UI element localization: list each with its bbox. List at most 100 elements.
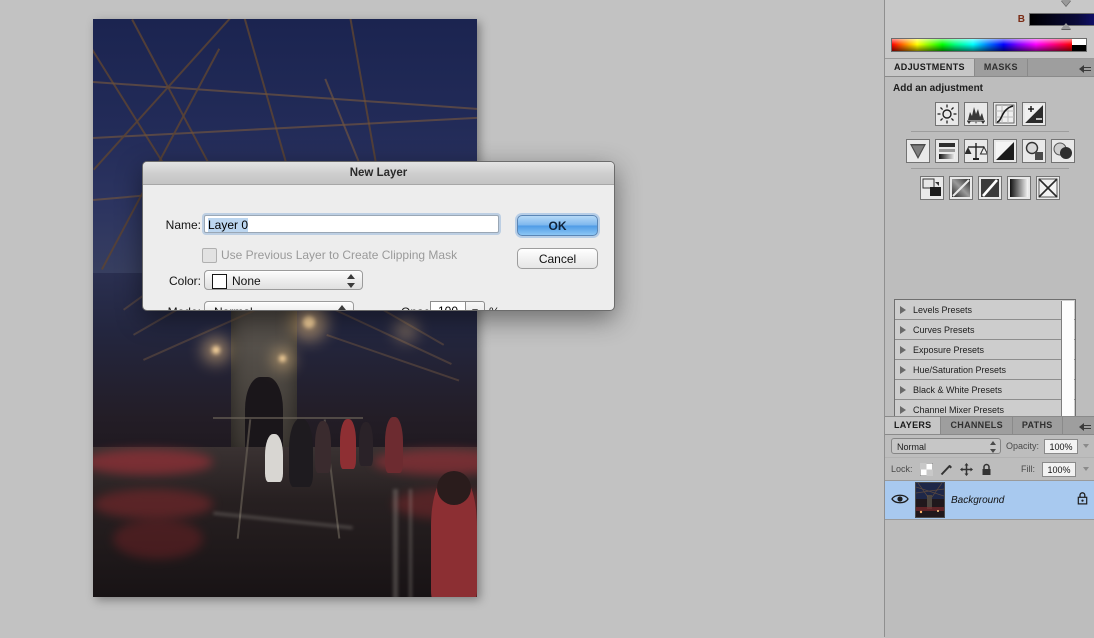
tab-paths[interactable]: PATHS — [1013, 417, 1063, 434]
layer-name: Background — [951, 495, 1070, 506]
disclosure-triangle-icon[interactable] — [900, 346, 906, 354]
curves-icon[interactable] — [993, 102, 1017, 126]
spectrum-swatches[interactable] — [1072, 39, 1086, 51]
layers-tabbar: LAYERS CHANNELS PATHS — [885, 417, 1094, 435]
opacity-dropdown-button[interactable] — [466, 301, 485, 311]
add-adjustment-hint: Add an adjustment — [885, 77, 1094, 94]
pedestrian — [315, 421, 331, 473]
layer-name-input[interactable]: Layer 0 — [204, 215, 499, 233]
opacity-input[interactable]: 100 — [430, 301, 466, 311]
preset-label: Exposure Presets — [913, 345, 984, 355]
panel-menu-icon[interactable] — [1079, 62, 1092, 73]
blend-opacity-row: Normal Opacity: 100% — [885, 435, 1094, 458]
mode-label: Mode: — [151, 305, 201, 311]
preset-label: Black & White Presets — [913, 385, 1002, 395]
tab-layers[interactable]: LAYERS — [885, 417, 941, 434]
black-white-icon[interactable] — [993, 139, 1017, 163]
eye-visibility-icon[interactable] — [891, 492, 909, 508]
color-label: Color: — [151, 274, 201, 288]
blend-mode-value: Normal — [897, 442, 926, 452]
lock-image-pixels-icon[interactable] — [940, 463, 953, 476]
preset-row-exposure[interactable]: Exposure Presets — [895, 340, 1075, 360]
slider-thumb-lower[interactable] — [1061, 23, 1071, 29]
blend-mode-select[interactable]: Normal — [204, 301, 354, 311]
fill-dropdown-icon[interactable] — [1083, 467, 1089, 471]
ok-button[interactable]: OK — [517, 215, 598, 236]
invert-icon[interactable] — [920, 176, 944, 200]
blend-mode-value: Normal — [214, 305, 253, 311]
tab-channels[interactable]: CHANNELS — [941, 417, 1012, 434]
vibrance-icon[interactable] — [906, 139, 930, 163]
adjustment-icon-grid — [885, 94, 1094, 206]
color-spectrum-ramp[interactable] — [891, 38, 1087, 52]
preset-label: Hue/Saturation Presets — [913, 365, 1006, 375]
dialog-title: New Layer — [143, 162, 614, 185]
adjustments-tabbar: ADJUSTMENTS MASKS — [885, 59, 1094, 77]
disclosure-triangle-icon[interactable] — [900, 306, 906, 314]
layer-fill-field[interactable]: 100% — [1042, 462, 1076, 477]
layer-thumbnail[interactable] — [915, 482, 945, 518]
layer-color-value: None — [232, 274, 261, 288]
exposure-icon[interactable] — [1022, 102, 1046, 126]
pedestrian — [385, 417, 403, 473]
panel-menu-icon[interactable] — [1079, 420, 1092, 431]
pedestrian-head — [437, 471, 471, 505]
layer-opacity-field[interactable]: 100% — [1044, 439, 1078, 454]
channel-mixer-icon[interactable] — [1051, 139, 1075, 163]
disclosure-triangle-icon[interactable] — [900, 366, 906, 374]
layer-color-select[interactable]: None — [204, 270, 363, 290]
tab-masks[interactable]: MASKS — [975, 59, 1028, 76]
color-balance-icon[interactable] — [964, 139, 988, 163]
color-panel[interactable]: B 4 — [885, 0, 1094, 59]
adjustment-icon-row-3 — [885, 176, 1094, 200]
tab-adjustments[interactable]: ADJUSTMENTS — [885, 59, 975, 76]
posterize-icon[interactable] — [949, 176, 973, 200]
blend-mode-select[interactable]: Normal — [891, 438, 1001, 454]
pedestrian — [340, 419, 356, 469]
adjustment-icon-row-1 — [885, 102, 1094, 126]
slider-thumb-upper[interactable] — [1061, 0, 1071, 6]
chevron-updown-icon[interactable] — [990, 441, 997, 453]
preset-row-curves[interactable]: Curves Presets — [895, 320, 1075, 340]
lock-transparency-icon[interactable] — [920, 463, 933, 476]
photo-filter-icon[interactable] — [1022, 139, 1046, 163]
selective-color-icon[interactable] — [1036, 176, 1060, 200]
preset-row-levels[interactable]: Levels Presets — [895, 300, 1075, 320]
hue-saturation-icon[interactable] — [935, 139, 959, 163]
new-layer-dialog[interactable]: New Layer Name: Layer 0 Use Previous Lay… — [142, 161, 615, 311]
brightness-contrast-icon[interactable] — [935, 102, 959, 126]
cancel-button[interactable]: Cancel — [517, 248, 598, 269]
color-swatch-none-icon — [212, 274, 227, 289]
lock-position-icon[interactable] — [960, 463, 973, 476]
layer-locked-icon — [1076, 491, 1089, 510]
opacity-dropdown-icon[interactable] — [1083, 444, 1089, 448]
preset-row-hue-saturation[interactable]: Hue/Saturation Presets — [895, 360, 1075, 380]
pedestrian — [359, 422, 373, 466]
chevron-updown-icon[interactable] — [347, 274, 355, 288]
adjustment-icon-row-2 — [885, 139, 1094, 163]
icon-row-separator-1 — [911, 131, 1069, 132]
canvas-work-area[interactable] — [0, 0, 884, 637]
gradient-map-icon[interactable] — [1007, 176, 1031, 200]
percent-label: % — [489, 305, 500, 311]
levels-icon[interactable] — [964, 102, 988, 126]
preset-label: Levels Presets — [913, 305, 972, 315]
disclosure-triangle-icon[interactable] — [900, 386, 906, 394]
lock-all-icon[interactable] — [980, 463, 993, 476]
preset-row-black-white[interactable]: Black & White Presets — [895, 380, 1075, 400]
layer-row-background[interactable]: Background — [885, 481, 1094, 520]
threshold-icon[interactable] — [978, 176, 1002, 200]
blue-channel-slider-row[interactable]: B 4 — [1013, 12, 1094, 27]
lock-row: Lock: Fill: 100% — [885, 458, 1094, 481]
layers-panel: LAYERS CHANNELS PATHS Normal Opacity: 10… — [885, 416, 1094, 638]
disclosure-triangle-icon[interactable] — [900, 406, 906, 414]
photoshop-window: B 4 ADJUSTMENTS MASKS Ad — [0, 0, 1094, 637]
disclosure-triangle-icon[interactable] — [900, 326, 906, 334]
preset-label: Channel Mixer Presets — [913, 405, 1004, 415]
name-label: Name: — [151, 218, 201, 232]
clipping-mask-checkbox[interactable] — [202, 248, 217, 263]
chevron-updown-icon[interactable] — [338, 305, 346, 311]
spectrum-gradient[interactable] — [892, 39, 1072, 51]
preset-label: Curves Presets — [913, 325, 975, 335]
black-swatch[interactable] — [1072, 45, 1086, 51]
